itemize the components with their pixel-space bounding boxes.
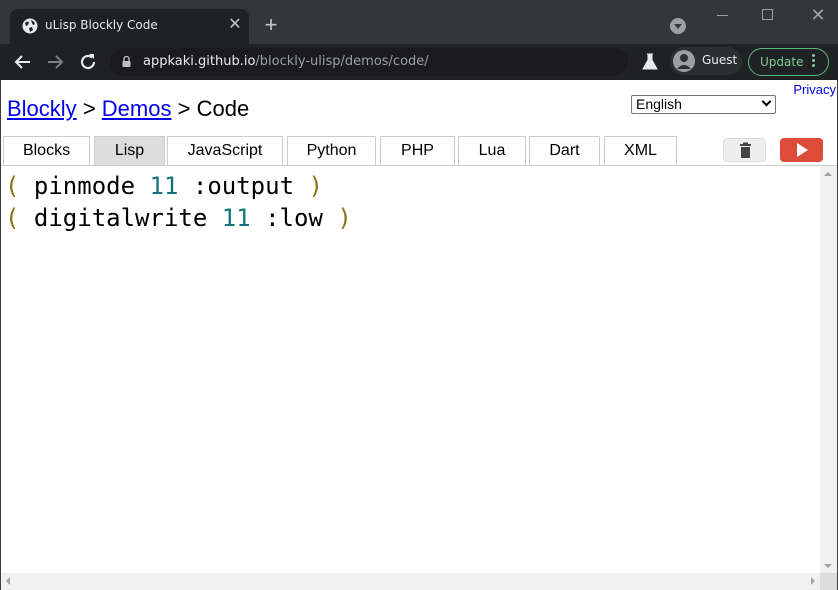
profile-button[interactable]: Guest [670,47,742,75]
language-selected: English [636,96,682,112]
back-icon[interactable] [11,50,35,74]
browser-tab[interactable]: uLisp Blockly Code ✕ [10,9,249,44]
forward-icon[interactable] [43,50,67,74]
privacy-link[interactable]: Privacy [793,82,836,97]
browser-titlebar: uLisp Blockly Code ✕ + ✕ [0,0,838,44]
tab-lua[interactable]: Lua [458,136,526,166]
browser-toolbar: appkaki.github.io/blockly-ulisp/demos/co… [0,44,838,80]
scroll-left-icon[interactable] [6,577,10,585]
new-tab-button[interactable]: + [260,14,282,36]
globe-icon [22,18,38,34]
minimize-icon[interactable] [712,8,736,24]
address-bar[interactable]: appkaki.github.io/blockly-ulisp/demos/co… [110,48,628,76]
vertical-scrollbar[interactable] [820,166,837,574]
profile-label: Guest [702,53,738,67]
maximize-icon[interactable] [762,9,773,20]
breadcrumb: Blockly > Demos > Code [7,96,249,122]
breadcrumb-demos-link[interactable]: Demos [102,96,172,121]
breadcrumb-current: Code [196,96,250,121]
close-tab-icon[interactable]: ✕ [225,15,245,35]
scroll-down-icon[interactable] [824,564,832,568]
breadcrumb-blockly-link[interactable]: Blockly [7,96,77,121]
trash-button[interactable] [723,138,766,162]
run-button[interactable] [780,138,823,162]
tab-python[interactable]: Python [287,136,376,166]
scroll-up-icon[interactable] [824,172,832,176]
play-icon [797,143,808,157]
trash-icon [740,142,751,158]
lock-icon [122,56,131,67]
tab-blocks[interactable]: Blocks [3,136,90,166]
labs-flask-icon[interactable] [642,53,658,71]
tab-dart[interactable]: Dart [529,136,600,166]
window-close-icon[interactable]: ✕ [808,5,828,25]
scroll-right-icon[interactable] [811,577,815,585]
update-label: Update [760,55,804,69]
tab-php[interactable]: PHP [380,136,455,166]
lisp-code: ( pinmode 11 :output ) ( digitalwrite 11 … [5,170,352,234]
code-output[interactable]: ( pinmode 11 :output ) ( digitalwrite 11 … [1,165,837,590]
tab-search-icon[interactable] [670,18,686,34]
reload-icon[interactable] [76,50,100,74]
tab-xml[interactable]: XML [604,136,677,166]
tab-lisp[interactable]: Lisp [94,136,165,166]
scrollbar-corner [820,573,837,590]
breadcrumb-separator: > [82,96,96,121]
tab-title: uLisp Blockly Code [45,18,158,32]
avatar-icon [673,50,695,72]
horizontal-scrollbar[interactable] [1,573,820,590]
breadcrumb-separator: > [177,96,191,121]
url-text: appkaki.github.io/blockly-ulisp/demos/co… [143,54,429,69]
page-content: Blockly > Demos > Code Privacy English B… [0,80,838,590]
language-select[interactable]: English [631,95,776,114]
code-line: ( digitalwrite 11 :low ) [5,204,352,232]
code-line: ( pinmode 11 :output ) [5,172,323,200]
url-path: /blockly-ulisp/demos/code/ [255,54,429,69]
update-button[interactable]: Update [748,48,829,76]
more-menu-icon[interactable] [812,54,816,70]
tab-javascript[interactable]: JavaScript [167,136,283,166]
chevron-down-icon [761,96,772,107]
url-host: appkaki.github.io [143,54,256,69]
